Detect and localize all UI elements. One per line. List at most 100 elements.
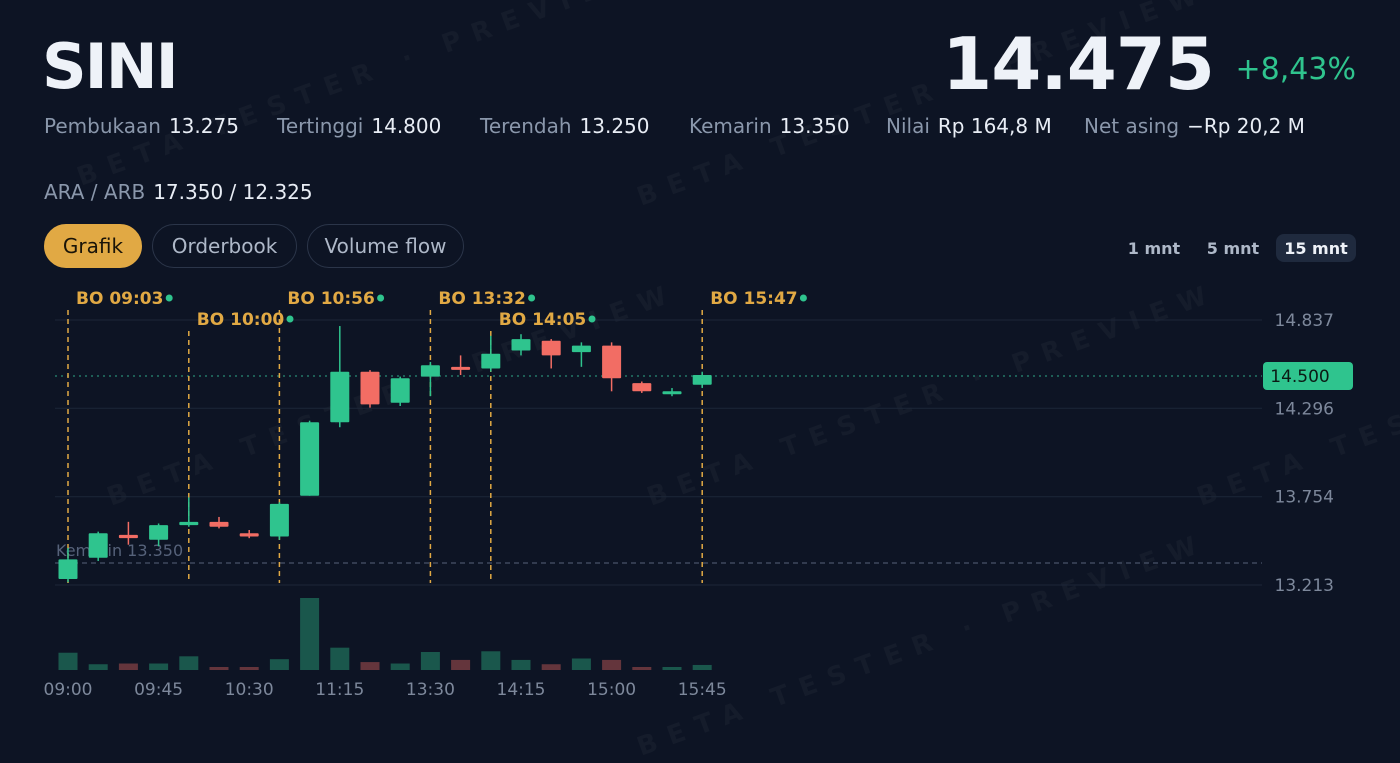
x-axis-tick-label: 15:45 [678, 680, 727, 700]
candle-body [239, 533, 259, 537]
candle-body [360, 371, 380, 405]
stat-label: Kemarin [689, 114, 772, 138]
x-axis-tick-label: 13:30 [406, 680, 455, 700]
stat-open: Pembukaan 13.275 [44, 114, 239, 138]
stat-value: 13.250 [579, 114, 650, 138]
volume-bar [88, 664, 108, 670]
volume-bar [390, 663, 410, 670]
volume-bar [632, 667, 652, 670]
candle-body [632, 383, 652, 392]
stat-label: Nilai [886, 114, 930, 138]
y-axis-tick-label: 13.754 [1275, 488, 1334, 508]
stat-label: Terendah [480, 114, 572, 138]
ara-arb-label: ARA / ARB [44, 180, 146, 204]
volume-bar [118, 663, 138, 670]
y-axis-tick-label: 14.837 [1275, 311, 1334, 331]
stat-value: −Rp 20,2 M [1187, 114, 1305, 138]
volume-bar [269, 659, 289, 670]
volume-bar [420, 652, 440, 670]
volume-bar [330, 647, 350, 670]
timeframe-selector: 1 mnt 5 mnt 15 mnt [1120, 234, 1356, 262]
volume-bar [602, 659, 622, 670]
volume-bar [58, 652, 78, 670]
candle-body [481, 353, 501, 369]
volume-bar [179, 656, 199, 670]
breakout-label: BO 09:03 [76, 289, 163, 309]
volume-bar [149, 663, 169, 670]
candle-body [541, 340, 561, 356]
volume-bar [511, 659, 531, 670]
stat-value: 13.275 [168, 114, 239, 138]
y-axis-tick-label: 13.213 [1275, 576, 1334, 596]
timeframe-1m[interactable]: 1 mnt [1120, 234, 1188, 262]
candle-body [88, 533, 108, 558]
tab-grafik[interactable]: Grafik [44, 224, 142, 268]
candle-body [58, 559, 78, 579]
candlestick-chart[interactable]: 14.837 14.296 13.754 13.213 Kemarin 13.350 14… [0, 280, 1400, 711]
candle-body [662, 391, 682, 395]
candle-body [269, 503, 289, 537]
volume-bar [300, 598, 320, 670]
breakout-dot [528, 294, 536, 302]
previous-close-label: Kemarin 13.350 [56, 541, 183, 560]
candle-body [330, 371, 350, 423]
x-axis-tick-label: 09:45 [134, 680, 183, 700]
candle-body [390, 378, 410, 403]
ara-arb-value: 17.350 / 12.325 [153, 180, 313, 204]
stat-net-foreign: Net asing −Rp 20,2 M [1084, 114, 1305, 138]
volume-bar [209, 667, 229, 670]
volume-bar [451, 659, 471, 670]
last-price: 14.475 [942, 22, 1215, 106]
stat-high: Tertinggi 14.800 [277, 114, 441, 138]
breakout-dot [286, 315, 294, 323]
stat-label: Pembukaan [44, 114, 161, 138]
breakout-label: BO 15:47 [710, 289, 797, 309]
candle-body [300, 422, 320, 496]
volume-bar [692, 664, 712, 670]
volume-bar [571, 658, 591, 670]
stat-label: Tertinggi [277, 114, 364, 138]
y-axis-tick-label: 14.296 [1275, 399, 1334, 419]
candle-body [149, 525, 169, 540]
breakout-dot [165, 294, 173, 302]
timeframe-15m[interactable]: 15 mnt [1276, 234, 1356, 262]
breakout-label: BO 10:56 [287, 289, 374, 309]
candle-body [209, 521, 229, 527]
volume-bar [481, 651, 501, 670]
ticker-symbol: SINI [42, 30, 179, 103]
breakout-dot [799, 294, 807, 302]
stat-label: Net asing [1084, 114, 1180, 138]
x-axis-tick-label: 09:00 [44, 680, 93, 700]
candle-body [571, 345, 591, 353]
breakout-dot [377, 294, 385, 302]
x-axis-tick-label: 14:15 [497, 680, 546, 700]
volume-bar [541, 664, 561, 670]
x-axis-tick-label: 11:15 [315, 680, 364, 700]
timeframe-5m[interactable]: 5 mnt [1198, 234, 1268, 262]
candle-body [692, 374, 712, 385]
candle-body [179, 521, 199, 526]
current-price-label: 14.500 [1270, 367, 1329, 387]
tab-volume-flow[interactable]: Volume flow [307, 224, 464, 268]
breakout-label: BO 10:00 [197, 310, 285, 330]
candle-body [602, 345, 622, 379]
candle-body [511, 339, 531, 351]
breakout-dot [588, 315, 596, 323]
x-axis-tick-label: 15:00 [587, 680, 636, 700]
x-axis-tick-label: 10:30 [225, 680, 274, 700]
candle-body [118, 534, 138, 539]
stat-value: Rp 164,8 M [937, 114, 1052, 138]
stat-previous: Kemarin 13.350 [689, 114, 850, 138]
breakout-label: BO 14:05 [499, 310, 586, 330]
ara-arb-limits: ARA / ARB 17.350 / 12.325 [44, 180, 313, 204]
breakout-label: BO 13:32 [438, 289, 525, 309]
stat-low: Terendah 13.250 [480, 114, 650, 138]
volume-bar [360, 662, 380, 670]
volume-bar [662, 667, 682, 670]
stat-value-traded: Nilai Rp 164,8 M [886, 114, 1052, 138]
candle-body [451, 366, 471, 370]
stat-value: 14.800 [371, 114, 442, 138]
tab-orderbook[interactable]: Orderbook [152, 224, 297, 268]
price-change-percent: +8,43% [1235, 52, 1356, 87]
candle-body [420, 365, 440, 377]
